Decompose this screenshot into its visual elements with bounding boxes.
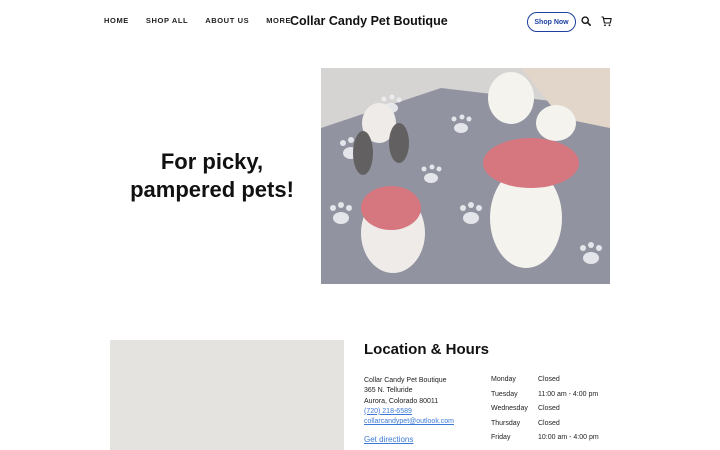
hero-dogs-photo [321,68,610,284]
search-button[interactable] [579,14,593,28]
hours-row: Monday Closed [491,376,599,391]
hours-day: Monday [491,376,516,383]
nav-shop-all-link[interactable]: SHOP ALL [146,16,188,25]
hours-row: Friday 10:00 am - 4:00 pm [491,434,599,449]
city-state-zip: Aurora, Colorado 80011 [364,397,439,405]
street-address: 365 N. Telluride [364,387,413,395]
hours-day: Tuesday [491,390,518,398]
location-map[interactable] [110,340,344,450]
cart-button[interactable] [599,14,613,28]
location-hours-title: Location & Hours [364,341,490,358]
brand-title[interactable]: Collar Candy Pet Boutique [290,14,448,28]
hours-row: Wednesday Closed [491,405,599,420]
hours-day: Friday [491,434,511,441]
get-directions-link[interactable]: Get directions [364,435,413,444]
hours-day: Wednesday [491,405,528,412]
address-block: Collar Candy Pet Boutique 365 N. Telluri… [364,376,454,427]
phone-link[interactable]: (720) 218-6589 [364,407,454,417]
hours-day: Thursday [491,419,521,427]
hours-row: Tuesday 11:00 am - 4:00 pm [491,391,599,406]
hours-time: 11:00 am - 4:00 pm [538,390,599,398]
dogs-photo-illustration [321,68,610,284]
hero-heading-line1: For picky, [160,149,264,174]
hours-time: Closed [538,405,560,412]
business-name: Collar Candy Pet Boutique [364,377,447,384]
hours-time: 10:00 am - 4:00 pm [538,434,599,441]
hero-heading: For picky, pampered pets! [110,148,314,204]
shop-now-button[interactable]: Shop Now [527,12,576,32]
cart-icon [601,15,612,26]
nav-home-link[interactable]: HOME [104,16,129,25]
hours-row: Thursday Closed [491,420,599,435]
search-icon [581,16,591,26]
nav-about-us-link[interactable]: ABOUT US [205,16,249,25]
hours-table: Monday Closed Tuesday 11:00 am - 4:00 pm… [491,376,599,449]
email-link[interactable]: collarcandypet@outlook.com [364,417,454,427]
hero-heading-line2: pampered pets! [130,177,294,202]
hours-time: Closed [538,376,560,383]
main-nav: HOME SHOP ALL ABOUT US MORE [104,16,308,25]
hours-time: Closed [538,419,560,427]
site-header: HOME SHOP ALL ABOUT US MORE Collar Candy… [0,0,720,44]
nav-more-link[interactable]: MORE [266,16,291,25]
